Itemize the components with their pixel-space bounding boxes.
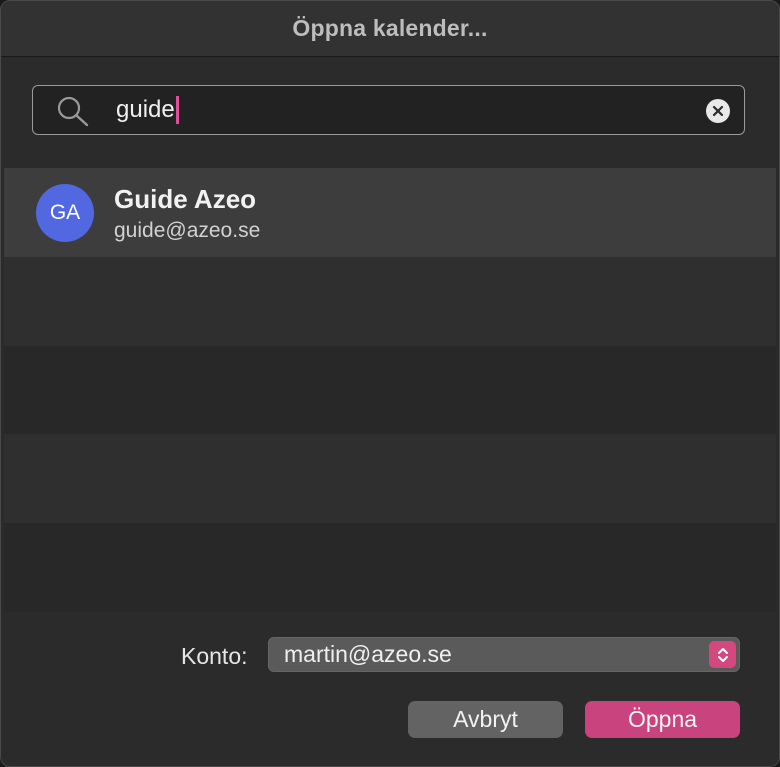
search-input[interactable]: guide: [116, 86, 696, 134]
search-icon: [57, 96, 89, 127]
search-field[interactable]: guide: [32, 85, 745, 135]
avatar: GA: [36, 184, 94, 242]
empty-row: [4, 523, 776, 612]
title-bar: Öppna kalender...: [1, 1, 779, 57]
empty-row: [4, 257, 776, 346]
text-caret: [175, 96, 179, 124]
clear-search-button[interactable]: [706, 99, 730, 123]
empty-row: [4, 346, 776, 435]
results-list: GA Guide Azeo guide@azeo.se: [4, 168, 776, 612]
chevron-up-down-icon[interactable]: [709, 641, 736, 668]
result-row[interactable]: GA Guide Azeo guide@azeo.se: [4, 168, 776, 257]
account-label: Konto:: [181, 643, 248, 669]
dialog-title: Öppna kalender...: [292, 15, 488, 41]
account-select[interactable]: martin@azeo.se: [268, 637, 740, 672]
cancel-button[interactable]: Avbryt: [408, 701, 563, 738]
search-input-value: guide: [116, 96, 175, 123]
open-calendar-dialog: Öppna kalender... guide GA Guide Azeo gu…: [0, 0, 780, 767]
dialog-footer: Konto: martin@azeo.se Avbryt Öppna: [1, 612, 779, 766]
empty-row: [4, 434, 776, 523]
result-name: Guide Azeo: [114, 184, 257, 214]
open-button[interactable]: Öppna: [585, 701, 740, 738]
clear-icon: [712, 105, 724, 117]
account-value: martin@azeo.se: [284, 641, 452, 667]
result-email: guide@azeo.se: [114, 219, 261, 242]
